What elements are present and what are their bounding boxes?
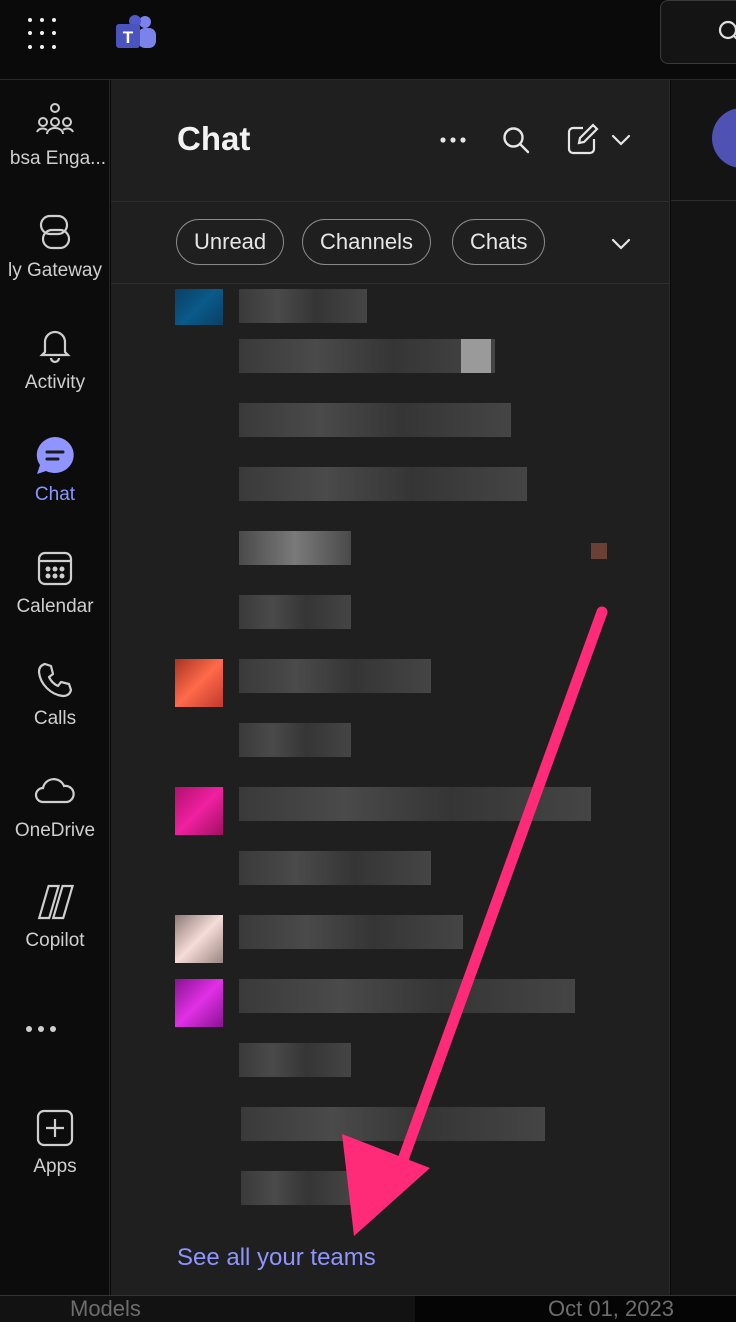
team-list: [111, 285, 669, 1215]
rail-item-activity[interactable]: Activity: [0, 322, 110, 422]
list-item[interactable]: [239, 723, 351, 757]
list-item-mark: [591, 543, 607, 559]
phone-icon: [37, 662, 73, 698]
calendar-icon: [37, 551, 73, 586]
rail-item-calendar[interactable]: Calendar: [0, 546, 110, 646]
cloud-icon: [34, 778, 75, 804]
avatar: [175, 289, 223, 325]
rail-label-calls: Calls: [33, 708, 77, 729]
list-item[interactable]: [239, 595, 351, 629]
list-item[interactable]: [239, 851, 431, 885]
list-item[interactable]: [241, 1107, 545, 1141]
teams-logo-icon: T: [116, 15, 156, 48]
top-bar: T: [0, 0, 736, 80]
more-apps-icon[interactable]: [26, 1026, 56, 1032]
list-item[interactable]: [239, 467, 527, 501]
rail-label-onedrive: OneDrive: [14, 820, 96, 841]
avatar: [175, 787, 223, 835]
background-date: Oct 01, 2023: [548, 1296, 674, 1321]
chat-bubble-icon: [36, 437, 74, 474]
list-item[interactable]: [239, 915, 463, 949]
list-item[interactable]: [241, 1171, 353, 1205]
background-text: Models: [70, 1296, 141, 1321]
list-item[interactable]: [239, 659, 431, 693]
chat-pane: Chat Unread Channels Chats See all your …: [111, 80, 670, 1295]
rail-label-chat: Chat: [34, 484, 76, 505]
conversation-area: [671, 80, 736, 1295]
header-divider: [111, 201, 669, 202]
more-options-button[interactable]: [433, 120, 473, 160]
list-item[interactable]: [239, 289, 367, 323]
list-item[interactable]: [239, 979, 575, 1013]
list-item-mark: [461, 339, 491, 373]
rail-label-copilot: Copilot: [25, 930, 85, 951]
search-box[interactable]: [660, 0, 736, 64]
rail-item-apps[interactable]: Apps: [0, 1106, 110, 1206]
avatar: [175, 659, 223, 707]
rail-item-chat[interactable]: Chat: [0, 434, 110, 534]
rail-label-activity: Activity: [24, 372, 86, 393]
filter-unread[interactable]: Unread: [176, 219, 285, 265]
see-all-teams-link[interactable]: See all your teams: [177, 1244, 376, 1272]
chat-search-button[interactable]: [496, 120, 536, 160]
people-community-icon: [36, 103, 74, 135]
waffle-grid-icon[interactable]: [28, 18, 60, 50]
search-icon: [718, 20, 736, 40]
filter-chats[interactable]: Chats: [452, 219, 546, 265]
list-item[interactable]: [239, 531, 351, 565]
chevron-down-icon: [611, 134, 631, 146]
more-horizontal-icon: [440, 137, 466, 143]
background-window-strip: Models Oct 01, 2023: [0, 1295, 736, 1322]
avatar[interactable]: [712, 108, 736, 168]
avatar: [175, 979, 223, 1027]
rail-label-engage: bsa Enga...: [9, 148, 106, 169]
rail-label-gateway: ly Gateway: [8, 260, 102, 281]
copilot-icon: [37, 884, 75, 920]
header-divider: [671, 200, 736, 201]
list-item[interactable]: [239, 787, 591, 821]
loop-app-icon: [39, 214, 71, 250]
plus-box-icon: [36, 1109, 74, 1147]
rail-item-copilot[interactable]: Copilot: [0, 880, 110, 980]
list-item[interactable]: [239, 1043, 351, 1077]
rail-item-gateway[interactable]: ly Gateway: [0, 210, 110, 310]
list-item[interactable]: [239, 339, 495, 373]
svg-text:T: T: [123, 28, 134, 47]
page-title: Chat: [177, 120, 251, 157]
rail-item-engage[interactable]: bsa Enga...: [0, 98, 110, 198]
rail-label-apps: Apps: [33, 1156, 77, 1177]
bell-icon: [39, 330, 71, 364]
app-rail: bsa Enga... ly Gateway Activity Chat Cal…: [0, 80, 110, 1295]
compose-icon: [567, 123, 599, 155]
filter-divider: [111, 283, 669, 284]
filter-channels[interactable]: Channels: [302, 219, 431, 265]
rail-label-calendar: Calendar: [16, 596, 94, 617]
list-item[interactable]: [239, 403, 511, 437]
new-chat-button[interactable]: [561, 120, 637, 160]
rail-item-calls[interactable]: Calls: [0, 658, 110, 758]
avatar: [175, 915, 223, 963]
rail-item-onedrive[interactable]: OneDrive: [0, 770, 110, 870]
chevron-down-icon[interactable]: [609, 232, 633, 256]
search-icon: [503, 127, 530, 154]
